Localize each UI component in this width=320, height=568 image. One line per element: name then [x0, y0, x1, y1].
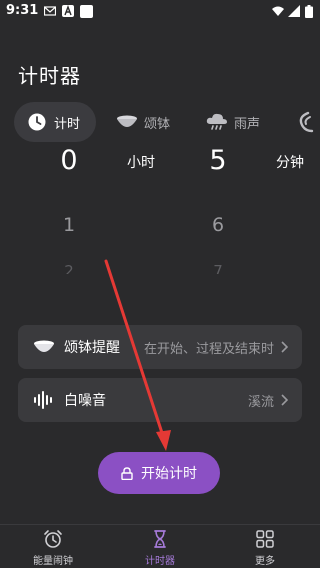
minutes-next[interactable]: 6: [198, 214, 238, 236]
singing-bowl-icon: [34, 340, 54, 352]
start-timer-label: 开始计时: [141, 466, 197, 482]
sound-tabs: 计时 颂钵 雨声: [0, 102, 320, 142]
chevron-right-icon: [281, 394, 288, 406]
bowl-reminder-value: 在开始、过程及结束时: [143, 341, 274, 357]
status-time: 9:31: [6, 3, 39, 18]
battery-icon: [305, 5, 313, 18]
lock-icon: [121, 466, 133, 480]
tab-rain[interactable]: 雨声: [206, 102, 260, 142]
singing-bowl-icon: [117, 115, 137, 127]
mail-notification-icon: [44, 6, 56, 16]
minutes-unit-label: 分钟: [276, 155, 304, 171]
hourglass-icon: [154, 530, 166, 548]
white-noise-value: 溪流: [247, 394, 274, 410]
page-title: 计时器: [18, 64, 81, 88]
hours-selected[interactable]: 0: [49, 145, 89, 176]
nav-more[interactable]: 更多: [230, 529, 300, 567]
grid-icon: [256, 530, 274, 548]
bowl-reminder-setting[interactable]: 颂钵提醒 在开始、过程及结束时: [18, 325, 302, 369]
wind-icon: [299, 111, 314, 133]
tab-timer-label: 计时: [54, 116, 81, 132]
tab-singing-bowl[interactable]: 颂钵: [116, 102, 170, 142]
tab-rain-label: 雨声: [234, 116, 261, 132]
hours-unit-label: 小时: [127, 155, 155, 171]
start-timer-button[interactable]: 开始计时: [98, 452, 220, 494]
app-notification-icon: [62, 5, 74, 17]
clock-icon: [28, 113, 46, 131]
nav-more-label: 更多: [255, 556, 275, 567]
white-noise-title: 白噪音: [64, 393, 106, 409]
status-bar: 9:31: [0, 0, 320, 24]
minutes-selected[interactable]: 5: [198, 145, 238, 176]
bowl-reminder-title: 颂钵提醒: [64, 340, 120, 356]
tab-wind[interactable]: [296, 102, 316, 142]
nav-timer[interactable]: 计时器: [125, 529, 195, 567]
hours-next[interactable]: 1: [49, 214, 89, 236]
chevron-right-icon: [281, 341, 288, 353]
nav-timer-label: 计时器: [145, 556, 175, 567]
square-notification-icon: [80, 5, 93, 18]
tab-timer[interactable]: 计时: [14, 102, 96, 142]
nav-energy-alarm-label: 能量闹钟: [33, 556, 73, 567]
signal-icon: [288, 5, 300, 17]
wifi-icon: [272, 6, 284, 16]
white-noise-setting[interactable]: 白噪音 溪流: [18, 378, 302, 422]
sound-wave-icon: [34, 391, 52, 409]
nav-energy-alarm[interactable]: 能量闹钟: [18, 529, 88, 567]
tab-singing-bowl-label: 颂钵: [144, 116, 171, 132]
rain-cloud-icon: [206, 113, 227, 130]
bottom-nav: 能量闹钟 计时器 更多: [0, 524, 320, 568]
hours-next-2[interactable]: 2: [49, 262, 89, 274]
minutes-next-2[interactable]: 7: [198, 262, 238, 274]
alarm-clock-icon: [44, 530, 62, 548]
